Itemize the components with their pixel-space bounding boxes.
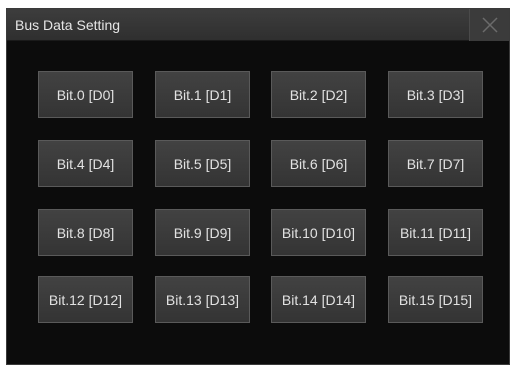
bit-11-button[interactable]: Bit.11 [D11] xyxy=(388,209,483,256)
bit-9-button[interactable]: Bit.9 [D9] xyxy=(155,209,250,256)
bit-0-button[interactable]: Bit.0 [D0] xyxy=(38,71,133,118)
dialog-titlebar: Bus Data Setting xyxy=(7,9,509,41)
bit-5-button[interactable]: Bit.5 [D5] xyxy=(155,140,250,187)
bit-2-button[interactable]: Bit.2 [D2] xyxy=(271,71,366,118)
close-button[interactable] xyxy=(469,9,509,41)
bit-6-button[interactable]: Bit.6 [D6] xyxy=(271,140,366,187)
bit-8-button[interactable]: Bit.8 [D8] xyxy=(38,209,133,256)
bit-3-button[interactable]: Bit.3 [D3] xyxy=(388,71,483,118)
bit-15-button[interactable]: Bit.15 [D15] xyxy=(388,276,483,323)
bit-button-grid: Bit.0 [D0] Bit.1 [D1] Bit.2 [D2] Bit.3 [… xyxy=(7,41,509,364)
bit-14-button[interactable]: Bit.14 [D14] xyxy=(271,276,366,323)
bit-12-button[interactable]: Bit.12 [D12] xyxy=(38,276,133,323)
bit-1-button[interactable]: Bit.1 [D1] xyxy=(155,71,250,118)
close-icon xyxy=(481,17,498,33)
bit-4-button[interactable]: Bit.4 [D4] xyxy=(38,140,133,187)
bit-7-button[interactable]: Bit.7 [D7] xyxy=(388,140,483,187)
bit-10-button[interactable]: Bit.10 [D10] xyxy=(271,209,366,256)
dialog-title: Bus Data Setting xyxy=(15,17,121,33)
bus-data-setting-dialog: Bus Data Setting Bit.0 [D0] Bit.1 [D1] B… xyxy=(6,8,510,365)
bit-13-button[interactable]: Bit.13 [D13] xyxy=(155,276,250,323)
